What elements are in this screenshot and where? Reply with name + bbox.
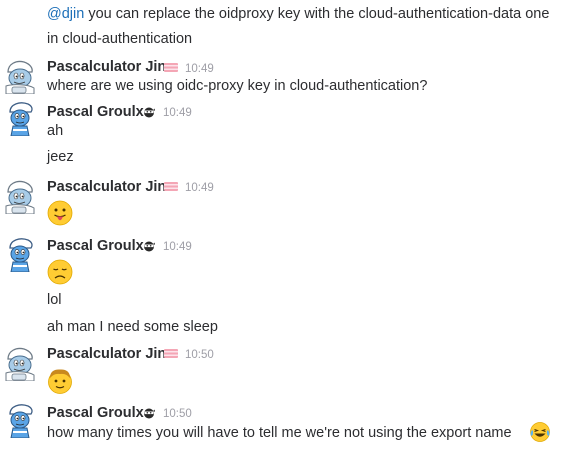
message-text: ah man I need some sleep (47, 319, 218, 335)
flag-icon (164, 349, 178, 358)
avatar[interactable] (2, 100, 38, 136)
author-name[interactable]: Pascalculator Jin (47, 345, 166, 363)
user-mention[interactable]: @djin (47, 6, 84, 22)
avatar[interactable] (2, 345, 38, 381)
disappointed-face-icon[interactable] (46, 258, 74, 286)
flag-icon (164, 63, 178, 72)
timestamp[interactable]: 10:50 (185, 346, 214, 364)
avatar[interactable] (2, 178, 38, 214)
message-text: @djin you can replace the oidproxy key w… (47, 4, 549, 24)
message-text: lol (47, 292, 62, 308)
message-text: how many times you will have to tell me … (47, 425, 512, 441)
ninja-status-icon (143, 240, 155, 252)
older-face-icon[interactable] (46, 367, 74, 395)
author-name[interactable]: Pascal Groulx (47, 103, 144, 121)
timestamp[interactable]: 10:49 (185, 179, 214, 197)
flag-icon (164, 182, 178, 191)
avatar[interactable] (2, 236, 38, 272)
avatar[interactable] (2, 402, 38, 438)
message-text: ah (47, 123, 64, 139)
author-name[interactable]: Pascalculator Jin (47, 58, 166, 76)
timestamp[interactable]: 10:50 (163, 405, 192, 423)
message-text: where are we using oidc-proxy key in clo… (47, 78, 428, 94)
laughing-tears-face-icon[interactable] (529, 421, 551, 443)
avatar[interactable] (2, 58, 38, 94)
timestamp[interactable]: 10:49 (163, 104, 192, 122)
ninja-status-icon (143, 407, 155, 419)
message-text: jeez (47, 149, 74, 165)
author-name[interactable]: Pascalculator Jin (47, 178, 166, 196)
tongue-out-face-icon[interactable] (46, 199, 74, 227)
author-name[interactable]: Pascal Groulx (47, 237, 144, 255)
ninja-status-icon (143, 106, 155, 118)
timestamp[interactable]: 10:49 (163, 238, 192, 256)
author-name[interactable]: Pascal Groulx (47, 404, 144, 422)
message-text-part: you can replace the oidproxy key with th… (84, 6, 550, 22)
message-text: in cloud-authentication (47, 31, 193, 47)
